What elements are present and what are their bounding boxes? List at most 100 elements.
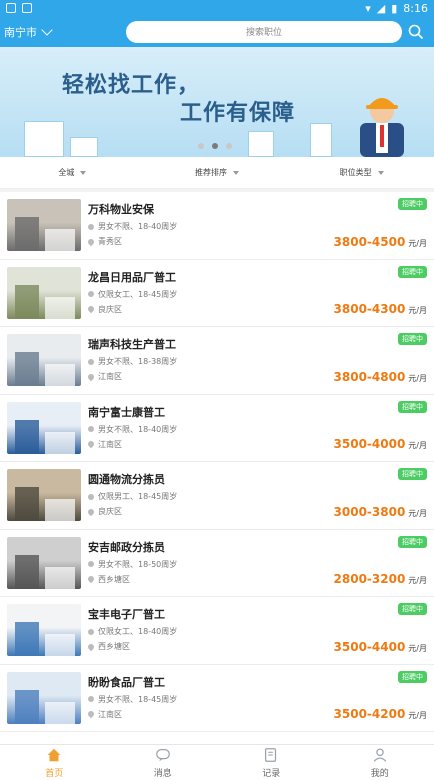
job-salary: 3500-4400 元/月 (334, 640, 427, 654)
job-title: 南宁富士康普工 (88, 405, 165, 419)
salary-unit: 元/月 (408, 238, 427, 248)
job-salary: 3800-4800 元/月 (334, 370, 427, 384)
filter-area[interactable]: 全城 (0, 167, 145, 178)
tab-label: 记录 (262, 769, 281, 779)
salary-range: 3500-4200 (333, 707, 406, 721)
tab-label: 我的 (370, 769, 389, 779)
job-requirement: 男女不限、18-50周岁 (98, 559, 178, 569)
app-notification-icon (22, 3, 32, 13)
search-input[interactable]: 搜索职位 (126, 20, 402, 43)
job-requirement: 男女不限、18-40周岁 (98, 424, 178, 434)
salary-range: 3800-4800 (333, 369, 406, 384)
filter-job-type[interactable]: 职位类型 (289, 167, 434, 178)
job-list-item[interactable]: 圆通物流分拣员 仅限男工、18-45周岁 良庆区 招聘中 3000-3800 元… (0, 462, 434, 530)
message-icon (155, 748, 170, 762)
salary-range: 3800-4500 (333, 234, 406, 249)
job-thumbnail (7, 671, 81, 724)
job-list-item[interactable]: 宝丰电子厂普工 仅限女工、18-40周岁 西乡塘区 招聘中 3500-4400 … (0, 597, 434, 665)
salary-range: 3000-3800 (333, 504, 406, 519)
user-icon (373, 748, 387, 762)
status-badge: 招聘中 (398, 265, 427, 278)
dropdown-arrow-icon (377, 170, 384, 175)
tab-record[interactable]: 记录 (217, 745, 326, 780)
status-badge: 招聘中 (398, 535, 427, 548)
job-title: 圆通物流分拣员 (88, 473, 165, 486)
status-badge: 招聘中 (398, 198, 427, 210)
salary-unit: 元/月 (408, 711, 427, 720)
job-list-item[interactable]: 安吉邮政分拣员 男女不限、18-50周岁 西乡塘区 招聘中 2800-3200 … (0, 530, 434, 597)
job-thumbnail (7, 334, 81, 386)
requirement-icon (88, 426, 94, 432)
chevron-down-icon (41, 23, 53, 36)
status-badge: 招聘中 (398, 468, 427, 480)
job-thumbnail (7, 604, 81, 656)
job-salary: 3800-4500 元/月 (334, 235, 427, 249)
pagination-dot-active[interactable] (212, 143, 218, 149)
tab-label: 首页 (45, 769, 64, 779)
job-thumbnail (7, 266, 81, 319)
salary-range: 3500-4000 (333, 437, 406, 451)
requirement-icon (88, 628, 94, 635)
location-pin-icon (86, 372, 96, 381)
promo-banner[interactable]: 轻松找工作， 工作有保障 (0, 47, 434, 157)
job-area: 江南区 (98, 709, 122, 719)
signal-icon: ◢ (376, 1, 386, 15)
city-selector[interactable]: 南宁市 (4, 23, 126, 40)
tab-message[interactable]: 消息 (109, 745, 218, 780)
building-illustration (24, 121, 64, 157)
job-list-item[interactable]: 南宁富士康普工 男女不限、18-40周岁 江南区 招聘中 3500-4000 元… (0, 395, 434, 462)
pagination-dot[interactable] (198, 143, 204, 149)
job-salary: 2800-3200 元/月 (334, 572, 427, 586)
job-list-item[interactable]: 万科物业安保 男女不限、18-40周岁 青秀区 招聘中 3800-4500 元/… (0, 192, 434, 260)
requirement-icon (88, 358, 94, 365)
salary-range: 3500-4400 (333, 639, 406, 654)
salary-unit: 元/月 (408, 306, 427, 315)
job-area: 良庆区 (98, 507, 122, 516)
building-illustration (248, 131, 274, 157)
pagination-dot[interactable] (226, 143, 232, 149)
tab-user[interactable]: 我的 (326, 745, 434, 780)
job-thumbnail (7, 199, 81, 251)
search-icon (408, 24, 424, 39)
salary-unit: 元/月 (408, 373, 427, 383)
salary-unit: 元/月 (408, 576, 427, 585)
notification-icon (6, 3, 16, 13)
tab-label: 消息 (153, 769, 172, 779)
bottom-tab-bar: 首页 消息 记录 我的 (0, 744, 434, 780)
home-icon (47, 748, 61, 762)
job-thumbnail (7, 469, 81, 521)
requirement-icon (88, 493, 94, 500)
battery-icon: ▮ (391, 1, 398, 15)
job-title: 宝丰电子厂普工 (88, 608, 165, 621)
filter-area-label: 全城 (58, 168, 75, 177)
job-requirement: 男女不限、18-40周岁 (98, 222, 178, 231)
job-list-item[interactable]: 盼盼食品厂普工 男女不限、18-45周岁 江南区 招聘中 3500-4200 元… (0, 665, 434, 732)
dropdown-arrow-icon (233, 170, 239, 175)
banner-pagination (198, 143, 232, 149)
record-icon (265, 748, 277, 762)
building-illustration (310, 123, 332, 157)
status-time: 8:16 (403, 1, 428, 15)
job-requirement: 仅限女工、18-40周岁 (98, 627, 178, 636)
search-button[interactable] (406, 22, 426, 42)
status-badge: 招聘中 (398, 603, 427, 615)
salary-unit: 元/月 (408, 508, 427, 518)
tab-home[interactable]: 首页 (0, 745, 109, 780)
salary-range: 3800-4300 (333, 302, 406, 316)
job-title: 龙昌日用品厂普工 (88, 270, 176, 284)
status-bar: ▾ ◢ ▮ 8:16 (0, 0, 434, 16)
requirement-icon (88, 696, 94, 702)
wifi-icon: ▾ (365, 1, 371, 15)
salary-range: 2800-3200 (333, 572, 406, 586)
job-list-item[interactable]: 瑞声科技生产普工 男女不限、18-38周岁 江南区 招聘中 3800-4800 … (0, 327, 434, 395)
job-requirement: 男女不限、18-38周岁 (98, 357, 178, 366)
job-area: 江南区 (98, 439, 122, 449)
filter-sort[interactable]: 推荐排序 (145, 167, 290, 178)
location-pin-icon (86, 237, 96, 246)
status-badge: 招聘中 (398, 333, 427, 345)
job-area: 青秀区 (98, 237, 122, 246)
job-thumbnail (7, 401, 81, 454)
job-list-item[interactable]: 龙昌日用品厂普工 仅限女工、18-45周岁 良庆区 招聘中 3800-4300 … (0, 260, 434, 327)
job-list: 万科物业安保 男女不限、18-40周岁 青秀区 招聘中 3800-4500 元/… (0, 192, 434, 758)
requirement-icon (88, 561, 94, 567)
